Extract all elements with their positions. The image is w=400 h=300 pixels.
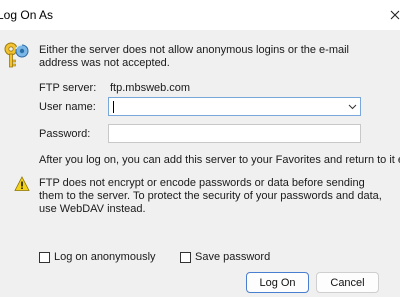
log-on-anonymously-checkbox[interactable]: Log on anonymously [39, 251, 156, 263]
favorites-note: After you log on, you can add this serve… [39, 154, 400, 166]
cancel-button[interactable]: Cancel [316, 272, 379, 293]
warning-icon [14, 176, 30, 191]
password-label: Password: [39, 128, 91, 140]
save-password-label: Save password [195, 251, 271, 263]
user-name-label: User name: [39, 101, 96, 113]
log-on-as-dialog: Log On As Either the server does not all… [0, 0, 400, 300]
checkbox-box[interactable] [180, 251, 191, 263]
save-password-checkbox[interactable]: Save password [180, 251, 270, 263]
title-bar: Log On As [0, 0, 400, 30]
window-title: Log On As [0, 8, 54, 22]
user-name-combobox[interactable] [108, 97, 361, 116]
close-button[interactable] [386, 4, 400, 26]
security-warning-text: FTP does not encrypt or encode passwords… [39, 177, 382, 215]
chevron-down-icon[interactable] [348, 102, 357, 111]
ftp-server-value: ftp.mbsweb.com [110, 82, 191, 94]
log-on-anonymously-label: Log on anonymously [54, 251, 156, 263]
log-on-button[interactable]: Log On [246, 272, 309, 293]
text-cursor [113, 101, 114, 113]
checkbox-box[interactable] [39, 251, 50, 263]
anonymous-warning-text: Either the server does not allow anonymo… [39, 44, 349, 69]
password-field[interactable] [108, 124, 361, 143]
close-icon [390, 10, 400, 20]
ftp-server-label: FTP server: [39, 82, 97, 94]
key-icon [4, 42, 29, 68]
